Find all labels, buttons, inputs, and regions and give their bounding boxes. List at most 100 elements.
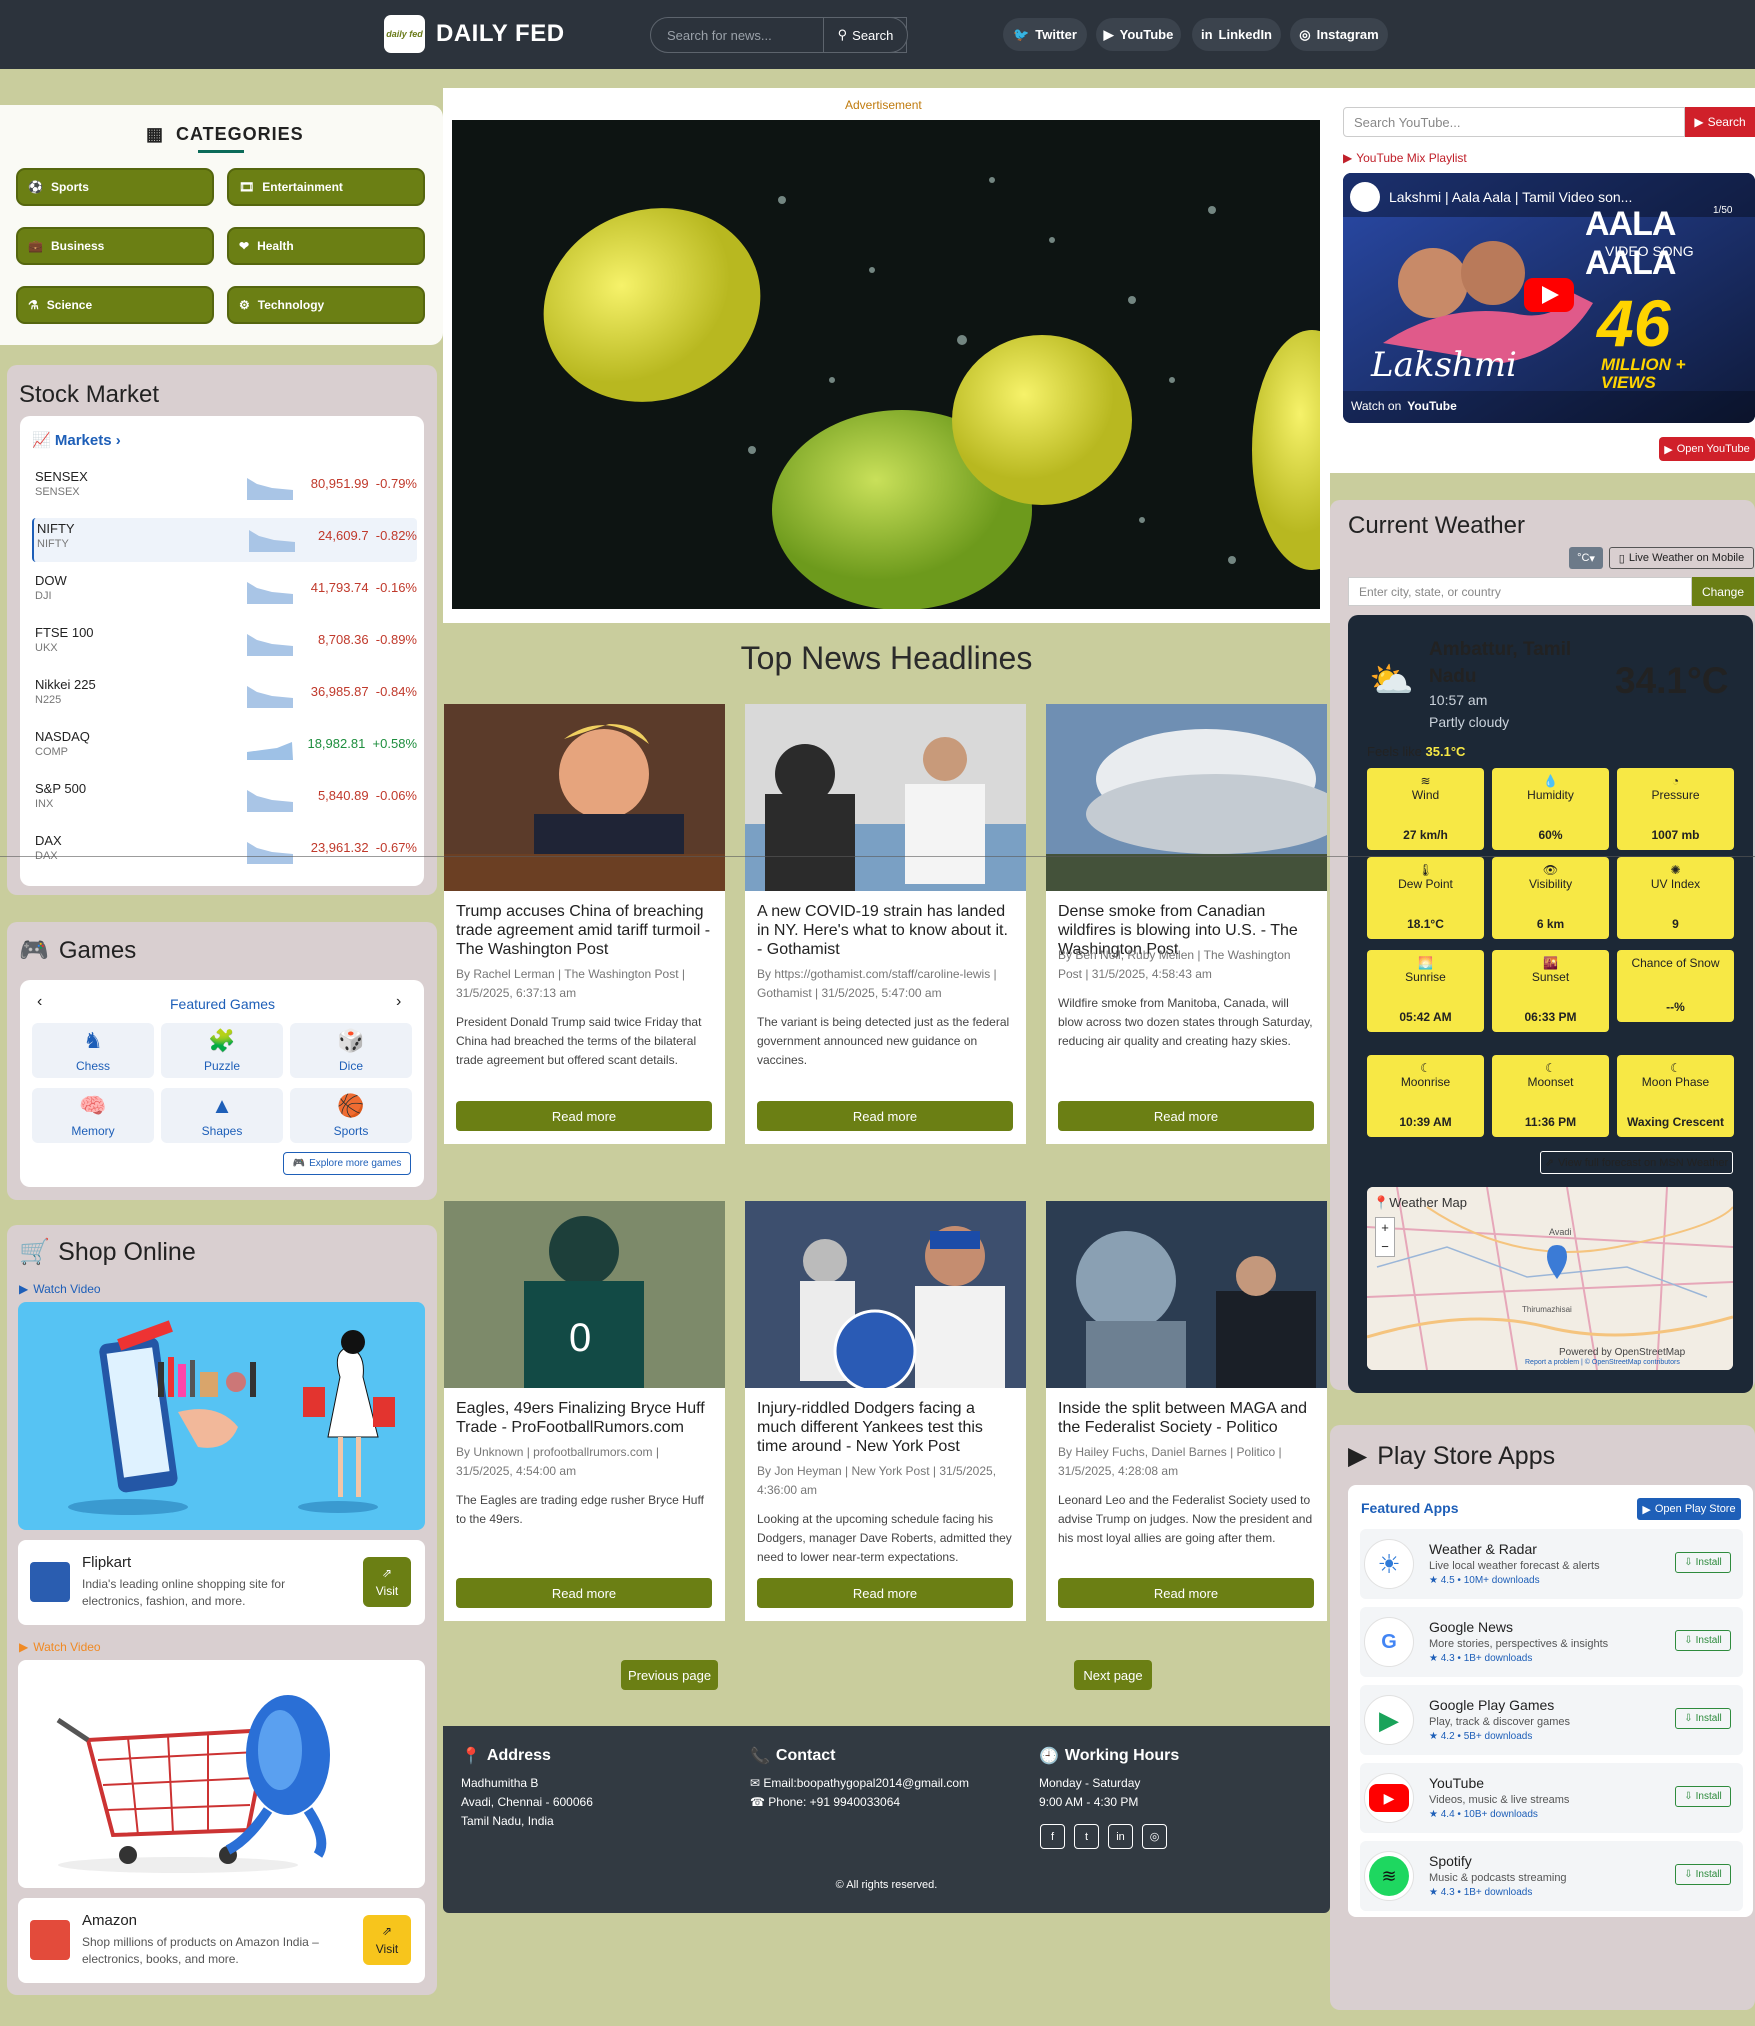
map-attribution[interactable]: Report a problem | © OpenStreetMap contr… — [1525, 1359, 1680, 1366]
advertisement-image[interactable] — [452, 120, 1320, 609]
facebook-icon[interactable]: f — [1040, 1824, 1065, 1849]
game-tile-puzzle[interactable]: 🧩 Puzzle — [161, 1023, 283, 1078]
news-image[interactable] — [745, 1201, 1026, 1388]
games-title: 🎮 Games — [19, 936, 136, 965]
markets-link[interactable]: 📈 Markets › — [32, 431, 121, 449]
news-title[interactable]: A new COVID-19 strain has landed in NY. … — [757, 902, 1015, 959]
flipkart-visit-button[interactable]: ⇗ Visit — [363, 1557, 411, 1607]
app-item[interactable]: ▶ YouTube Videos, music & live streams ★ 4.… — [1360, 1763, 1743, 1833]
category-health[interactable]: ❤ Health — [227, 227, 425, 265]
games-title-text: Games — [58, 936, 137, 964]
change-city-button[interactable]: Change — [1692, 577, 1754, 606]
msn-forecast-link[interactable]: ⇗ View full forecast on MSN Weather — [1540, 1151, 1733, 1174]
news-title[interactable]: Inside the split between MAGA and the Fe… — [1058, 1399, 1316, 1437]
install-button[interactable]: ⇩ Install — [1675, 1864, 1731, 1885]
phone-line[interactable]: ☎ Phone: +91 9940033064 — [750, 1793, 969, 1812]
read-more-button[interactable]: Read more — [757, 1101, 1013, 1131]
previous-page-button[interactable]: Previous page — [621, 1660, 718, 1690]
chevron-left-icon[interactable]: ‹ — [37, 993, 42, 1011]
read-more-button[interactable]: Read more — [1058, 1101, 1314, 1131]
category-entertainment[interactable]: 🎞 Entertainment — [227, 168, 425, 206]
flipkart-promo-image[interactable] — [18, 1302, 425, 1530]
category-science[interactable]: ⚗ Science — [16, 286, 214, 324]
stock-row[interactable]: NIFTY NIFTY 24,609.7 -0.82% — [32, 518, 417, 562]
app-item[interactable]: G Google News More stories, perspectives &… — [1360, 1607, 1743, 1677]
amazon-visit-button[interactable]: ⇗ Visit — [363, 1915, 411, 1965]
instagram-link[interactable]: ◎ Instagram — [1290, 18, 1388, 51]
live-weather-mobile-button[interactable]: ▯ Live Weather on Mobile — [1609, 547, 1754, 569]
install-button[interactable]: ⇩ Install — [1675, 1708, 1731, 1729]
site-logo[interactable]: daily fed — [384, 15, 425, 53]
download-icon: ⇩ — [1684, 1869, 1693, 1880]
news-search-button[interactable]: ⚲ Search — [823, 17, 908, 53]
open-youtube-button[interactable]: ▶ Open YouTube — [1659, 437, 1755, 461]
watch-video-link-2[interactable]: ▶ Watch Video — [19, 1640, 101, 1654]
install-button[interactable]: ⇩ Install — [1675, 1552, 1731, 1573]
app-rating: ★ 4.4 • 10B+ downloads — [1429, 1809, 1538, 1820]
watch-on-youtube[interactable]: Watch on YouTube — [1351, 399, 1457, 413]
watch-video-link-1[interactable]: ▶ Watch Video — [19, 1282, 101, 1296]
news-image[interactable] — [745, 704, 1026, 891]
amazon-promo-image[interactable] — [18, 1660, 425, 1888]
news-image[interactable] — [444, 704, 725, 891]
read-more-button[interactable]: Read more — [456, 1101, 712, 1131]
stock-row[interactable]: NASDAQ COMP 18,982.81 +0.58% — [32, 726, 417, 770]
game-tile-sports[interactable]: 🏀 Sports — [290, 1088, 412, 1143]
open-play-store-button[interactable]: ▶ Open Play Store — [1637, 1498, 1741, 1520]
youtube-search-input[interactable]: Search YouTube... — [1343, 107, 1685, 137]
city-input[interactable]: Enter city, state, or country — [1348, 577, 1692, 606]
stock-row[interactable]: DAX DAX 23,961.32 -0.67% — [32, 830, 417, 874]
sparkline — [249, 530, 295, 552]
app-item[interactable]: ≋ Spotify Music & podcasts streaming ★ 4.3 … — [1360, 1841, 1743, 1911]
game-tile-chess[interactable]: ♞ Chess — [32, 1023, 154, 1078]
stock-name: FTSE 100 — [35, 625, 94, 640]
install-button[interactable]: ⇩ Install — [1675, 1630, 1731, 1651]
stock-row[interactable]: FTSE 100 UKX 8,708.36 -0.89% — [32, 622, 417, 666]
news-card: 0 Eagles, 49ers Finalizing Bryce Huff Tra… — [444, 1201, 725, 1621]
weather-map[interactable]: 📍Weather Map + − Avadi Thirumazhisai Powe… — [1367, 1187, 1733, 1370]
twitter-icon[interactable]: t — [1074, 1824, 1099, 1849]
stock-row[interactable]: S&P 500 INX 5,840.89 -0.06% — [32, 778, 417, 822]
linkedin-link[interactable]: in LinkedIn — [1192, 18, 1281, 51]
next-page-button[interactable]: Next page — [1074, 1660, 1152, 1690]
site-brand[interactable]: DAILY FED — [436, 20, 565, 48]
chevron-right-icon[interactable]: › — [396, 993, 401, 1011]
app-item[interactable]: ☀ Weather & Radar Live local weather forec… — [1360, 1529, 1743, 1599]
youtube-search-button[interactable]: ▶ Search — [1685, 107, 1755, 137]
linkedin-icon[interactable]: in — [1108, 1824, 1133, 1849]
install-button[interactable]: ⇩ Install — [1675, 1786, 1731, 1807]
game-tile-memory[interactable]: 🧠 Memory — [32, 1088, 154, 1143]
read-more-button[interactable]: Read more — [757, 1578, 1013, 1608]
address-line: Avadi, Chennai - 600066 — [461, 1795, 593, 1809]
category-technology[interactable]: ⚙ Technology — [227, 286, 425, 324]
stock-row[interactable]: Nikkei 225 N225 36,985.87 -0.84% — [32, 674, 417, 718]
twitter-link[interactable]: 🐦 Twitter — [1003, 18, 1087, 51]
game-tile-shapes[interactable]: ▲ Shapes — [161, 1088, 283, 1143]
news-photo: 0 — [444, 1201, 725, 1388]
news-title[interactable]: Injury-riddled Dodgers facing a much dif… — [757, 1399, 1015, 1456]
stock-row[interactable]: DOW DJI 41,793.74 -0.16% — [32, 570, 417, 614]
news-image[interactable]: 0 — [444, 1201, 725, 1388]
game-tile-dice[interactable]: 🎲 Dice — [290, 1023, 412, 1078]
news-image[interactable] — [1046, 1201, 1327, 1388]
zoom-in-button[interactable]: + — [1376, 1218, 1394, 1237]
app-item[interactable]: ▶ Google Play Games Play, track & discover… — [1360, 1685, 1743, 1755]
youtube-link[interactable]: ▶ YouTube — [1096, 18, 1181, 51]
game-label: Dice — [338, 1059, 363, 1073]
read-more-button[interactable]: Read more — [456, 1578, 712, 1608]
zoom-out-button[interactable]: − — [1376, 1237, 1394, 1256]
news-title[interactable]: Trump accuses China of breaching trade a… — [456, 902, 714, 959]
category-sports[interactable]: ⚽ Sports — [16, 168, 214, 206]
unit-dropdown[interactable]: °C ▾ — [1569, 547, 1603, 569]
news-image[interactable] — [1046, 704, 1327, 891]
category-business[interactable]: 💼 Business — [16, 227, 214, 265]
explore-games-button[interactable]: 🎮 Explore more games — [283, 1152, 411, 1175]
read-more-button[interactable]: Read more — [1058, 1578, 1314, 1608]
weather-tile-uv-index: ✺ UV Index 9 — [1617, 857, 1734, 939]
stock-row[interactable]: SENSEX SENSEX 80,951.99 -0.79% — [32, 466, 417, 510]
youtube-video-player[interactable]: Lakshmi | Aala Aala | Tamil Video son...… — [1343, 173, 1755, 423]
news-meta: By Unknown | profootballrumors.com | 31/… — [456, 1445, 659, 1478]
instagram-icon[interactable]: ◎ — [1142, 1824, 1167, 1849]
news-title[interactable]: Eagles, 49ers Finalizing Bryce Huff Trad… — [456, 1399, 714, 1437]
email-line[interactable]: ✉ Email:boopathygopal2014@gmail.com — [750, 1774, 969, 1793]
